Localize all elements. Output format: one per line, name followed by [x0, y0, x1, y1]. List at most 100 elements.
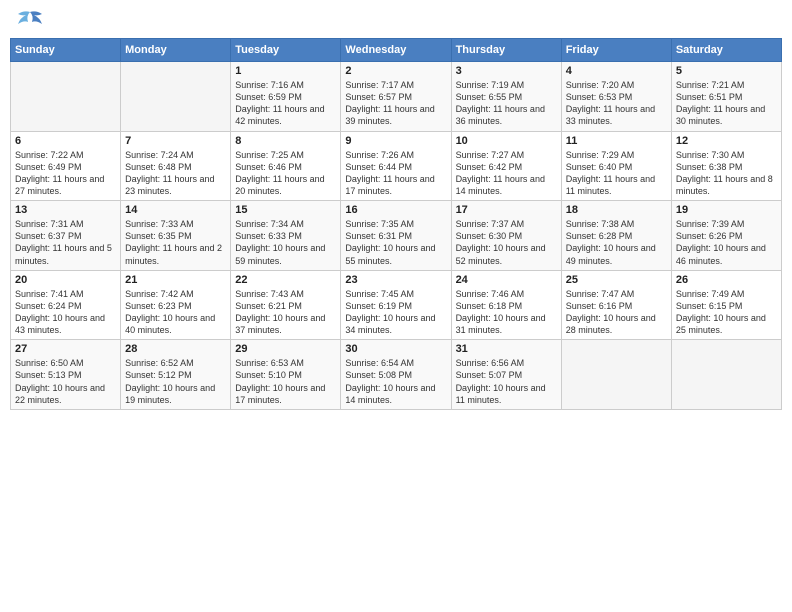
day-info: Sunrise: 7:47 AM Sunset: 6:16 PM Dayligh…: [566, 288, 667, 337]
day-info: Sunrise: 6:53 AM Sunset: 5:10 PM Dayligh…: [235, 357, 336, 406]
day-info: Sunrise: 7:43 AM Sunset: 6:21 PM Dayligh…: [235, 288, 336, 337]
day-number: 29: [235, 343, 336, 355]
day-info: Sunrise: 7:35 AM Sunset: 6:31 PM Dayligh…: [345, 218, 446, 267]
day-cell: 15 Sunrise: 7:34 AM Sunset: 6:33 PM Dayli…: [231, 201, 341, 271]
week-row-3: 13 Sunrise: 7:31 AM Sunset: 6:37 PM Dayli…: [11, 201, 782, 271]
day-cell: 10 Sunrise: 7:27 AM Sunset: 6:42 PM Dayli…: [451, 131, 561, 201]
day-cell: 5 Sunrise: 7:21 AM Sunset: 6:51 PM Daylig…: [671, 62, 781, 132]
day-number: 23: [345, 274, 446, 286]
day-number: 19: [676, 204, 777, 216]
day-info: Sunrise: 7:16 AM Sunset: 6:59 PM Dayligh…: [235, 79, 336, 128]
day-cell: 6Sunrise: 7:22 AM Sunset: 6:49 PM Daylig…: [11, 131, 121, 201]
day-number: 24: [456, 274, 557, 286]
logo: [14, 10, 44, 30]
day-cell: 27Sunrise: 6:50 AM Sunset: 5:13 PM Dayli…: [11, 340, 121, 410]
week-row-4: 20 Sunrise: 7:41 AM Sunset: 6:24 PM Dayli…: [11, 270, 782, 340]
weekday-header-friday: Friday: [561, 39, 671, 62]
day-cell: 26 Sunrise: 7:49 AM Sunset: 6:15 PM Dayli…: [671, 270, 781, 340]
weekday-header-wednesday: Wednesday: [341, 39, 451, 62]
day-cell: [671, 340, 781, 410]
day-info: Sunrise: 7:19 AM Sunset: 6:55 PM Dayligh…: [456, 79, 557, 128]
day-cell: 13 Sunrise: 7:31 AM Sunset: 6:37 PM Dayli…: [11, 201, 121, 271]
day-number: 3: [456, 65, 557, 77]
day-info: Sunrise: 7:22 AM Sunset: 6:49 PM Dayligh…: [15, 149, 116, 198]
day-info: Sunrise: 6:56 AM Sunset: 5:07 PM Dayligh…: [456, 357, 557, 406]
day-info: Sunrise: 7:39 AM Sunset: 6:26 PM Dayligh…: [676, 218, 777, 267]
day-number: 14: [125, 204, 226, 216]
day-info: Sunrise: 7:33 AM Sunset: 6:35 PM Dayligh…: [125, 218, 226, 267]
day-number: 18: [566, 204, 667, 216]
day-info: Sunrise: 7:30 AM Sunset: 6:38 PM Dayligh…: [676, 149, 777, 198]
day-info: Sunrise: 7:20 AM Sunset: 6:53 PM Dayligh…: [566, 79, 667, 128]
day-cell: 11 Sunrise: 7:29 AM Sunset: 6:40 PM Dayli…: [561, 131, 671, 201]
day-number: 12: [676, 135, 777, 147]
day-cell: 1Sunrise: 7:16 AM Sunset: 6:59 PM Daylig…: [231, 62, 341, 132]
day-number: 22: [235, 274, 336, 286]
day-number: 9: [345, 135, 446, 147]
day-number: 20: [15, 274, 116, 286]
day-number: 5: [676, 65, 777, 77]
day-info: Sunrise: 7:27 AM Sunset: 6:42 PM Dayligh…: [456, 149, 557, 198]
day-info: Sunrise: 7:25 AM Sunset: 6:46 PM Dayligh…: [235, 149, 336, 198]
week-row-2: 6Sunrise: 7:22 AM Sunset: 6:49 PM Daylig…: [11, 131, 782, 201]
day-cell: 14 Sunrise: 7:33 AM Sunset: 6:35 PM Dayli…: [121, 201, 231, 271]
day-number: 16: [345, 204, 446, 216]
day-cell: 24 Sunrise: 7:46 AM Sunset: 6:18 PM Dayli…: [451, 270, 561, 340]
day-info: Sunrise: 7:31 AM Sunset: 6:37 PM Dayligh…: [15, 218, 116, 267]
day-cell: 12 Sunrise: 7:30 AM Sunset: 6:38 PM Dayli…: [671, 131, 781, 201]
calendar-table: SundayMondayTuesdayWednesdayThursdayFrid…: [10, 38, 782, 410]
day-cell: [121, 62, 231, 132]
day-cell: 22 Sunrise: 7:43 AM Sunset: 6:21 PM Dayli…: [231, 270, 341, 340]
day-number: 7: [125, 135, 226, 147]
day-cell: 9 Sunrise: 7:26 AM Sunset: 6:44 PM Daylig…: [341, 131, 451, 201]
day-cell: 8 Sunrise: 7:25 AM Sunset: 6:46 PM Daylig…: [231, 131, 341, 201]
weekday-header-thursday: Thursday: [451, 39, 561, 62]
day-number: 4: [566, 65, 667, 77]
weekday-header-monday: Monday: [121, 39, 231, 62]
day-info: Sunrise: 6:54 AM Sunset: 5:08 PM Dayligh…: [345, 357, 446, 406]
weekday-header-tuesday: Tuesday: [231, 39, 341, 62]
day-number: 11: [566, 135, 667, 147]
day-cell: 16 Sunrise: 7:35 AM Sunset: 6:31 PM Dayli…: [341, 201, 451, 271]
day-cell: 20 Sunrise: 7:41 AM Sunset: 6:24 PM Dayli…: [11, 270, 121, 340]
day-cell: 7 Sunrise: 7:24 AM Sunset: 6:48 PM Daylig…: [121, 131, 231, 201]
day-cell: [11, 62, 121, 132]
day-number: 26: [676, 274, 777, 286]
day-number: 25: [566, 274, 667, 286]
day-info: Sunrise: 7:26 AM Sunset: 6:44 PM Dayligh…: [345, 149, 446, 198]
day-info: Sunrise: 7:29 AM Sunset: 6:40 PM Dayligh…: [566, 149, 667, 198]
day-info: Sunrise: 7:21 AM Sunset: 6:51 PM Dayligh…: [676, 79, 777, 128]
day-info: Sunrise: 7:46 AM Sunset: 6:18 PM Dayligh…: [456, 288, 557, 337]
day-cell: 21Sunrise: 7:42 AM Sunset: 6:23 PM Dayli…: [121, 270, 231, 340]
day-number: 10: [456, 135, 557, 147]
header: [10, 10, 782, 30]
weekday-header-sunday: Sunday: [11, 39, 121, 62]
day-cell: 17Sunrise: 7:37 AM Sunset: 6:30 PM Dayli…: [451, 201, 561, 271]
day-cell: 19 Sunrise: 7:39 AM Sunset: 6:26 PM Dayli…: [671, 201, 781, 271]
logo-bird-icon: [16, 10, 44, 30]
day-number: 2: [345, 65, 446, 77]
day-info: Sunrise: 7:38 AM Sunset: 6:28 PM Dayligh…: [566, 218, 667, 267]
day-info: Sunrise: 7:24 AM Sunset: 6:48 PM Dayligh…: [125, 149, 226, 198]
day-cell: 2 Sunrise: 7:17 AM Sunset: 6:57 PM Daylig…: [341, 62, 451, 132]
day-info: Sunrise: 7:49 AM Sunset: 6:15 PM Dayligh…: [676, 288, 777, 337]
day-info: Sunrise: 7:42 AM Sunset: 6:23 PM Dayligh…: [125, 288, 226, 337]
day-cell: 4 Sunrise: 7:20 AM Sunset: 6:53 PM Daylig…: [561, 62, 671, 132]
day-info: Sunrise: 7:45 AM Sunset: 6:19 PM Dayligh…: [345, 288, 446, 337]
day-info: Sunrise: 7:37 AM Sunset: 6:30 PM Dayligh…: [456, 218, 557, 267]
day-number: 13: [15, 204, 116, 216]
day-info: Sunrise: 7:17 AM Sunset: 6:57 PM Dayligh…: [345, 79, 446, 128]
week-row-1: 1Sunrise: 7:16 AM Sunset: 6:59 PM Daylig…: [11, 62, 782, 132]
week-row-5: 27Sunrise: 6:50 AM Sunset: 5:13 PM Dayli…: [11, 340, 782, 410]
day-cell: 23 Sunrise: 7:45 AM Sunset: 6:19 PM Dayli…: [341, 270, 451, 340]
day-number: 31: [456, 343, 557, 355]
day-number: 8: [235, 135, 336, 147]
day-number: 28: [125, 343, 226, 355]
day-info: Sunrise: 7:34 AM Sunset: 6:33 PM Dayligh…: [235, 218, 336, 267]
day-cell: 31 Sunrise: 6:56 AM Sunset: 5:07 PM Dayli…: [451, 340, 561, 410]
day-info: Sunrise: 7:41 AM Sunset: 6:24 PM Dayligh…: [15, 288, 116, 337]
day-cell: [561, 340, 671, 410]
day-info: Sunrise: 6:52 AM Sunset: 5:12 PM Dayligh…: [125, 357, 226, 406]
day-cell: 3 Sunrise: 7:19 AM Sunset: 6:55 PM Daylig…: [451, 62, 561, 132]
day-number: 15: [235, 204, 336, 216]
